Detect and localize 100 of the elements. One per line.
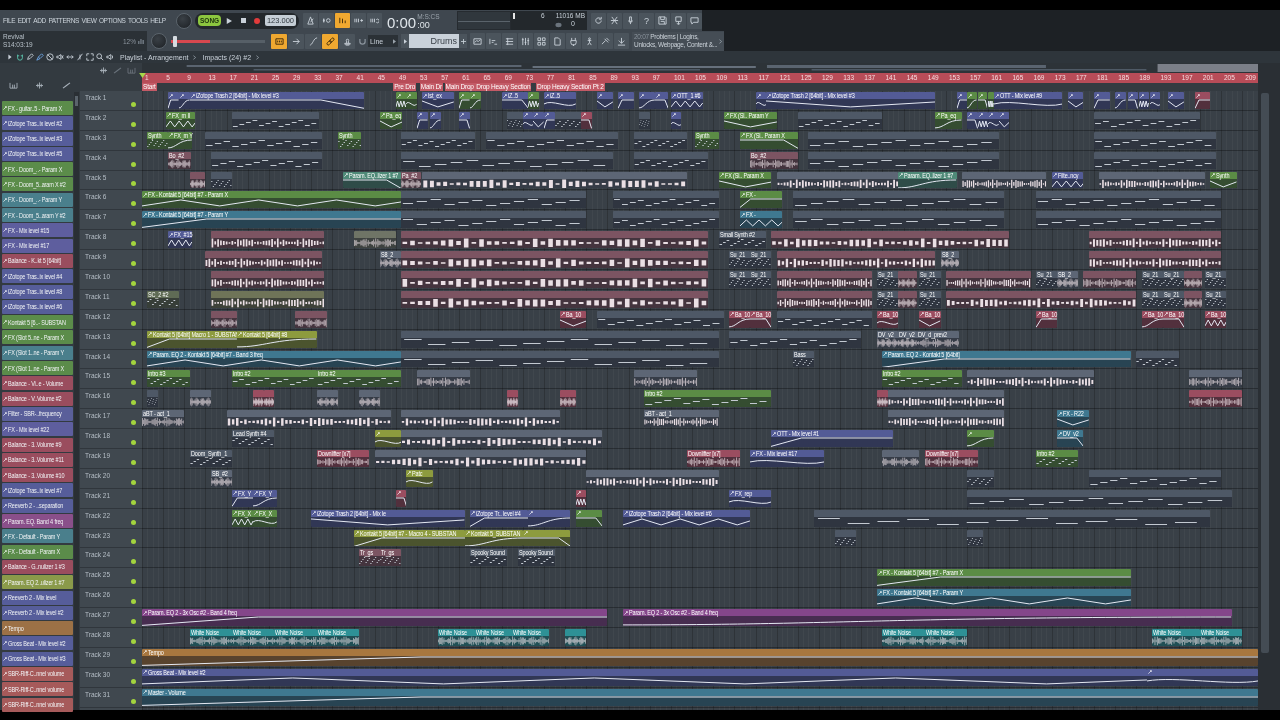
audio-clip[interactable]: [401, 430, 603, 448]
audio-clip[interactable]: [1189, 370, 1243, 388]
pattern-clip[interactable]: [1094, 111, 1200, 129]
track-switch[interactable]: [131, 241, 136, 247]
track-switch[interactable]: [131, 499, 136, 505]
audio-clip[interactable]: [1088, 231, 1221, 249]
audio-clip[interactable]: [210, 310, 238, 328]
automation-clip[interactable]: [1067, 92, 1084, 109]
audio-clip[interactable]: [771, 231, 1010, 249]
knife-icon[interactable]: [76, 53, 84, 61]
automation-clip[interactable]: [618, 92, 634, 109]
waveform-icon[interactable]: [35, 82, 45, 89]
audio-clip[interactable]: [189, 171, 206, 189]
track-switch[interactable]: [131, 181, 136, 187]
pattern-clip[interactable]: [210, 151, 322, 169]
automation-clip[interactable]: [1139, 92, 1149, 109]
pattern-clip[interactable]: [401, 151, 613, 169]
audio-clip[interactable]: [1183, 290, 1203, 308]
audio-clip[interactable]: [353, 231, 396, 249]
audio-clip[interactable]: [401, 410, 560, 428]
track-switch[interactable]: [131, 440, 136, 446]
audio-clip[interactable]: [967, 370, 1095, 388]
automation-clip[interactable]: [543, 111, 555, 129]
automation-clip[interactable]: [977, 92, 988, 109]
audio-clip[interactable]: [210, 271, 325, 288]
automation-clip[interactable]: [533, 111, 544, 129]
automation-clip[interactable]: [967, 111, 978, 129]
audio-clip[interactable]: [417, 370, 470, 388]
automation-clip[interactable]: [395, 489, 407, 507]
grid-button[interactable]: [534, 33, 549, 49]
audio-clip[interactable]: [401, 290, 708, 308]
audio-clip[interactable]: [253, 390, 264, 408]
pattern-icon[interactable]: [8, 82, 18, 89]
pattern-clip[interactable]: [1094, 151, 1216, 169]
automation-clip[interactable]: [179, 92, 190, 109]
track-switch[interactable]: [131, 519, 136, 525]
automation-clip[interactable]: [406, 92, 418, 109]
automation-clip[interactable]: [596, 92, 613, 109]
mute-icon[interactable]: [56, 53, 64, 61]
track-switch[interactable]: [131, 559, 136, 565]
track-switch[interactable]: [131, 698, 136, 704]
audio-clip[interactable]: [945, 271, 1031, 288]
track-switch[interactable]: [131, 261, 136, 266]
mixer-button[interactable]: [518, 33, 533, 49]
track-switch[interactable]: [131, 619, 136, 625]
pattern-clip[interactable]: [967, 469, 994, 487]
pattern-clip[interactable]: [1035, 211, 1221, 229]
audio-clip[interactable]: [776, 251, 936, 268]
pattern-clip[interactable]: [612, 211, 719, 229]
pattern-clip[interactable]: [792, 191, 1005, 209]
track-switch[interactable]: [131, 579, 136, 585]
audio-clip[interactable]: [1099, 171, 1206, 189]
arrow-button[interactable]: [288, 33, 304, 49]
zoom-icon[interactable]: [96, 53, 104, 61]
automation-clip[interactable]: [1149, 92, 1161, 109]
automation-clip[interactable]: [655, 92, 669, 109]
pattern-clip[interactable]: [633, 131, 687, 149]
audio-clip[interactable]: [401, 231, 708, 249]
automation-clip[interactable]: [581, 111, 592, 129]
stamp-button[interactable]: [339, 33, 355, 49]
pattern-clip[interactable]: [729, 330, 862, 348]
track-switch[interactable]: [131, 161, 136, 167]
tool-button[interactable]: [598, 33, 613, 49]
scrollbar[interactable]: [1258, 63, 1280, 710]
scrollbar[interactable]: [74, 92, 79, 710]
audio-clip[interactable]: [898, 271, 917, 288]
audio-clip[interactable]: [295, 310, 328, 328]
audio-clip[interactable]: [263, 390, 275, 408]
pattern-clip[interactable]: [797, 111, 883, 129]
audio-clip[interactable]: [210, 290, 325, 308]
pattern-clip[interactable]: [639, 111, 650, 129]
pattern-clip[interactable]: [967, 529, 983, 547]
select-icon[interactable]: [86, 53, 94, 61]
pattern-clip[interactable]: [210, 171, 232, 189]
pattern-clip[interactable]: [1136, 350, 1179, 368]
audio-clip[interactable]: [776, 290, 872, 308]
channel-rack-button[interactable]: [502, 33, 517, 49]
pattern-clip[interactable]: [776, 310, 872, 328]
automation-clip[interactable]: [459, 111, 470, 129]
audio-clip[interactable]: [898, 290, 917, 308]
automation-clip[interactable]: [988, 92, 994, 109]
slider-handle[interactable]: [173, 35, 177, 47]
audio-clip[interactable]: [586, 469, 719, 487]
automation-clip[interactable]: [528, 509, 571, 527]
pattern-clip[interactable]: [401, 211, 587, 229]
automation-icon[interactable]: [62, 82, 72, 89]
figure-button[interactable]: [582, 33, 597, 49]
automation-clip[interactable]: [998, 111, 1010, 129]
pattern-clip[interactable]: [554, 111, 581, 129]
pencil-icon[interactable]: [26, 53, 34, 61]
plug-button[interactable]: [566, 33, 581, 49]
add-pattern-button[interactable]: [459, 34, 467, 48]
pattern-clip[interactable]: [1088, 469, 1221, 487]
automation-clip[interactable]: [168, 92, 179, 109]
automation-clip[interactable]: [1194, 92, 1211, 109]
playlist-overview[interactable]: [142, 63, 1258, 73]
track-switch[interactable]: [131, 201, 136, 207]
audio-clip[interactable]: [189, 390, 211, 408]
audio-clip[interactable]: [961, 171, 1047, 189]
audio-clip[interactable]: [1183, 271, 1203, 288]
